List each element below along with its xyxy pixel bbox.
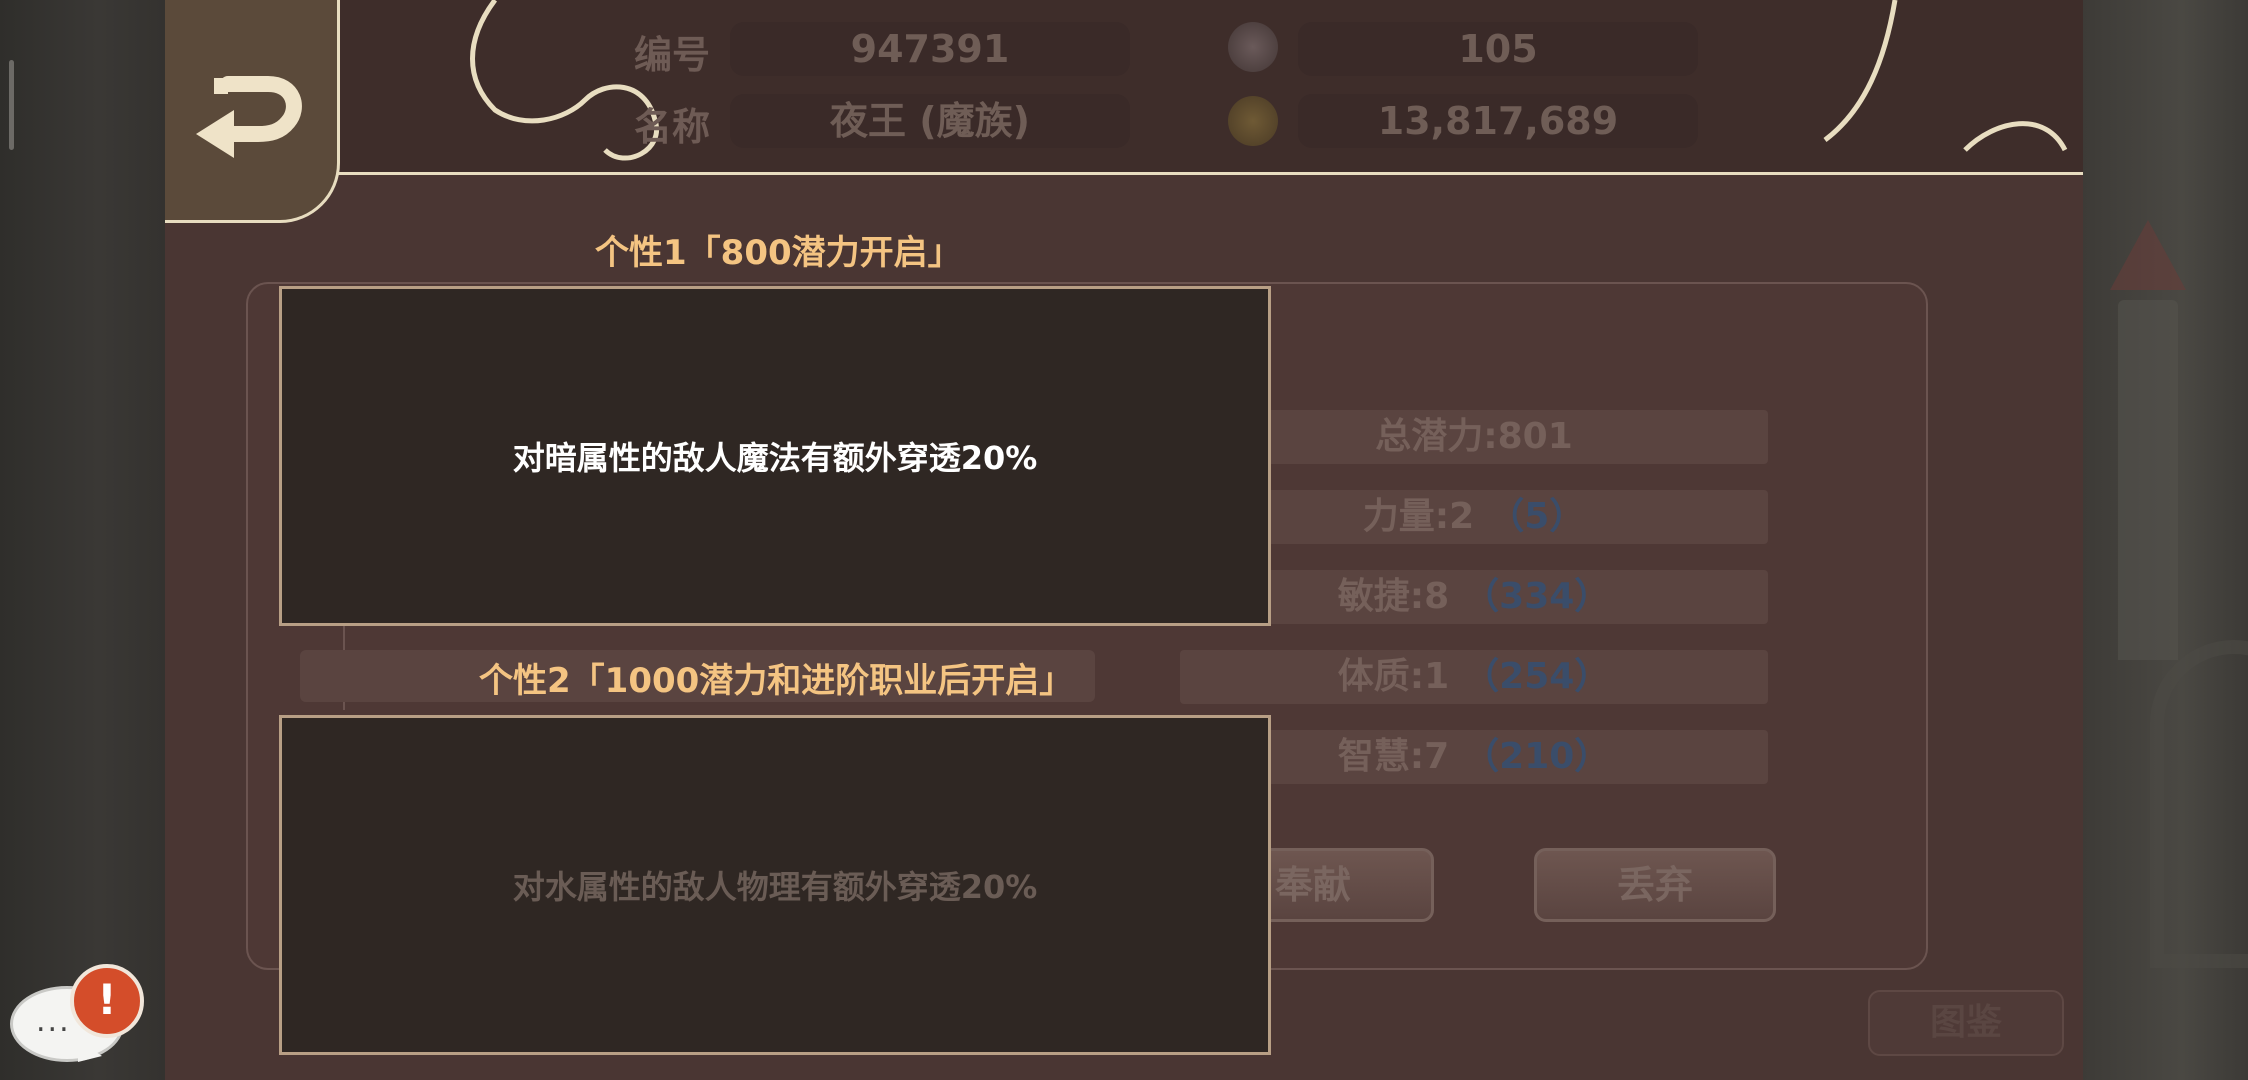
stat-bonus: （210） bbox=[1463, 736, 1611, 777]
stat-bonus: （334） bbox=[1463, 576, 1611, 617]
trait-1-text: 对暗属性的敌人魔法有额外穿透20% bbox=[512, 439, 1038, 477]
alert-icon[interactable]: ! bbox=[70, 964, 144, 1038]
gallery-button[interactable]: 图鉴 bbox=[1868, 990, 2064, 1056]
name-value: 夜王 (魔族) bbox=[730, 94, 1130, 148]
stat-label: 敏捷:8 bbox=[1337, 576, 1450, 617]
stat-label: 体质:1 bbox=[1337, 656, 1450, 697]
background-left bbox=[0, 0, 165, 1080]
trait-2-box: 对水属性的敌人物理有额外穿透20% bbox=[279, 715, 1271, 1055]
trait-2-text: 对水属性的敌人物理有额外穿透20% bbox=[512, 868, 1038, 906]
return-arrow-icon bbox=[196, 76, 302, 158]
gem-value: 105 bbox=[1298, 22, 1698, 76]
chat-dots: ... bbox=[36, 1004, 71, 1039]
stat-label: 力量:2 bbox=[1362, 496, 1475, 537]
name-label: 名称 bbox=[634, 105, 711, 149]
stat-bonus: （5） bbox=[1488, 496, 1586, 537]
stat-bonus: （254） bbox=[1463, 656, 1611, 697]
stat-constitution: 体质:1 （254） bbox=[1180, 650, 1768, 704]
id-value: 947391 bbox=[730, 22, 1130, 76]
gem-icon bbox=[1228, 22, 1278, 72]
gold-value: 13,817,689 bbox=[1298, 94, 1698, 148]
back-button[interactable] bbox=[188, 62, 306, 172]
trait-1-title: 个性1「800潜力开启」 bbox=[595, 233, 962, 273]
arch-decor bbox=[2150, 640, 2248, 968]
tower-roof-decor bbox=[2110, 220, 2186, 290]
stat-label: 智慧:7 bbox=[1337, 736, 1450, 777]
gold-coin-icon bbox=[1228, 96, 1278, 146]
tower-decor bbox=[2118, 300, 2178, 660]
chat-bubble-tail bbox=[78, 1040, 102, 1062]
id-label: 编号 bbox=[634, 33, 711, 77]
discard-button[interactable]: 丢弃 bbox=[1534, 848, 1776, 922]
trait-1-box: 对暗属性的敌人魔法有额外穿透20% bbox=[279, 286, 1271, 626]
trait-2-title: 个性2「1000潜力和进阶职业后开启」 bbox=[479, 661, 1074, 701]
edge-scroll-handle[interactable] bbox=[9, 60, 14, 150]
stat-label: 总潜力:801 bbox=[1375, 416, 1573, 457]
